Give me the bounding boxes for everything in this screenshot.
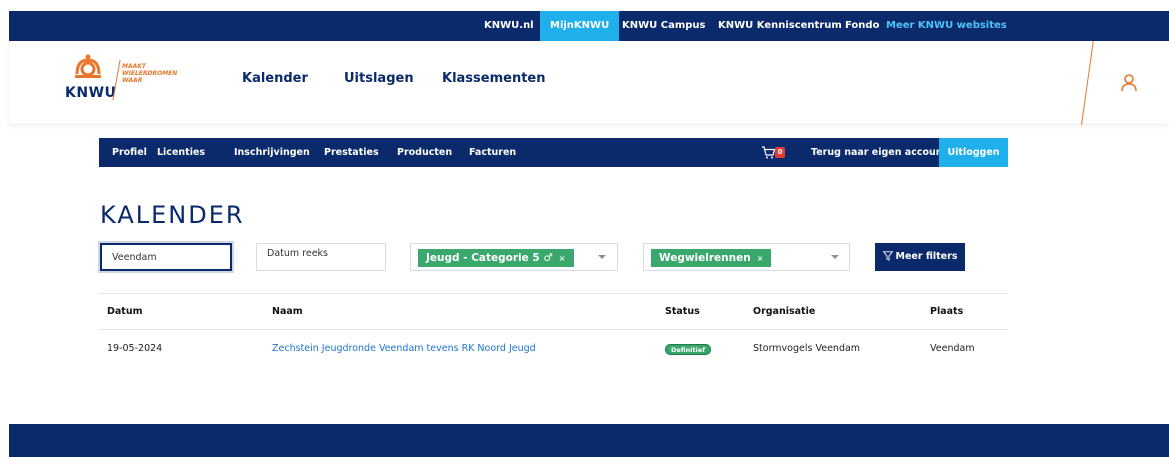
subnav-inschrijvingen[interactable]: Inschrijvingen [234, 138, 310, 167]
topbar-link-knwu-campus[interactable]: KNWU Campus [622, 11, 706, 41]
subnav-prestaties[interactable]: Prestaties [324, 138, 379, 167]
subnav-facturen[interactable]: Facturen [469, 138, 516, 167]
topbar-link-fondo[interactable]: Fondo [845, 11, 879, 41]
column-header-datum: Datum [107, 306, 143, 317]
subnav-profiel[interactable]: Profiel [112, 138, 147, 167]
table-row: 19-05-2024 Zechstein Jeugdronde Veendam … [99, 330, 1008, 368]
date-range-input[interactable]: Datum reeks [256, 243, 386, 271]
column-header-naam: Naam [272, 306, 303, 317]
column-header-plaats: Plaats [930, 306, 964, 317]
topbar-link-mijnknwu[interactable]: MijnKNWU [540, 11, 620, 41]
column-header-status: Status [665, 306, 700, 317]
chip-remove-icon[interactable]: × [559, 254, 566, 263]
logo-divider [112, 60, 121, 100]
page-title: KALENDER [100, 201, 245, 229]
chip-remove-icon[interactable]: × [757, 254, 764, 263]
chevron-down-icon [598, 255, 606, 259]
topbar-link-kenniscentrum[interactable]: KNWU Kenniscentrum [718, 11, 842, 41]
nav-uitslagen[interactable]: Uitslagen [344, 71, 414, 86]
row-date: 19-05-2024 [107, 343, 163, 354]
search-input[interactable]: Veendam [100, 243, 232, 271]
chevron-down-icon [831, 255, 839, 259]
knwu-logo[interactable]: KNWU MAAKT WIELERDROMEN WAAR [63, 54, 193, 102]
row-event-link[interactable]: Zechstein Jeugdronde Veendam tevens RK N… [272, 343, 536, 354]
column-header-organisatie: Organisatie [753, 306, 816, 317]
clipped-top-strip [40, 0, 1080, 9]
site-header: KNWU MAAKT WIELERDROMEN WAAR Kalender Ui… [9, 41, 1169, 125]
category-chip: Jeugd - Categorie 5 ♂ × [418, 249, 574, 267]
row-organisation: Stormvogels Veendam [753, 343, 861, 354]
nav-klassementen[interactable]: Klassementen [442, 71, 546, 86]
row-place: Veendam [930, 343, 975, 354]
user-icon[interactable] [1121, 74, 1137, 92]
subnav-producten[interactable]: Producten [397, 138, 452, 167]
site-footer [9, 424, 1169, 457]
account-subnav: Profiel Licenties Inschrijvingen Prestat… [99, 138, 1008, 167]
cart-count-badge: 0 [775, 147, 785, 158]
status-badge: Definitief [665, 344, 712, 355]
crown-icon [75, 54, 101, 78]
top-utility-bar: KNWU.nl MijnKNWU KNWU Campus KNWU Kennis… [9, 11, 1169, 41]
discipline-select[interactable]: Wegwielrennen × [643, 243, 850, 271]
logo-slogan: MAAKT WIELERDROMEN WAAR [122, 63, 178, 84]
category-select[interactable]: Jeugd - Categorie 5 ♂ × [410, 243, 618, 271]
logo-wordmark: KNWU [65, 85, 117, 101]
filter-icon [882, 251, 893, 261]
nav-kalender[interactable]: Kalender [242, 71, 308, 86]
date-range-placeholder: Datum reeks [267, 248, 328, 259]
logout-button[interactable]: Uitloggen [939, 138, 1008, 167]
more-filters-button[interactable]: Meer filters [875, 243, 965, 271]
discipline-chip: Wegwielrennen × [651, 249, 772, 267]
table-header: Datum Naam Status Organisatie Plaats [99, 293, 1008, 330]
subnav-licenties[interactable]: Licenties [157, 138, 205, 167]
header-accent-line [1081, 41, 1094, 125]
topbar-link-meer-websites[interactable]: Meer KNWU websites [886, 11, 1007, 41]
back-to-account-link[interactable]: Terug naar eigen account [811, 138, 947, 167]
topbar-link-knwu-nl[interactable]: KNWU.nl [484, 11, 534, 41]
